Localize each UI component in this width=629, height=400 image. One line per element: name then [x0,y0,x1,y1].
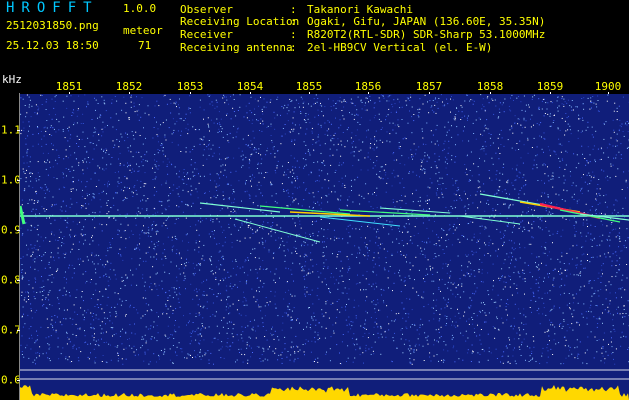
info-value-antenna: 2el-HB9CV Vertical (el. E-W) [307,41,493,54]
info-value-receiver: R820T2(RTL-SDR) SDR-Sharp 53.1000MHz [307,28,546,41]
info-colon: : [290,15,297,28]
file-name: 2512031850.png [6,19,99,32]
meteor-label: meteor [123,24,163,37]
y-axis-unit: kHz [2,73,22,86]
date-time: 25.12.03 18:50 [6,39,99,52]
app-version: 1.0.0 [123,2,157,15]
info-key-location: Receiving Location [180,15,300,28]
spectrogram [20,94,629,400]
info-colon: : [290,41,297,54]
info-value-location: Ogaki, Gifu, JAPAN (136.60E, 35.35N) [307,15,546,28]
info-colon: : [290,28,297,41]
info-key-antenna: Receiving antenna [180,41,293,54]
header-panel: HROFFT 1.0.0 2512031850.png 25.12.03 18:… [0,0,629,76]
meteor-count: 71 [138,39,152,52]
app-name: HROFFT [6,0,99,16]
info-key-receiver: Receiver [180,28,233,41]
